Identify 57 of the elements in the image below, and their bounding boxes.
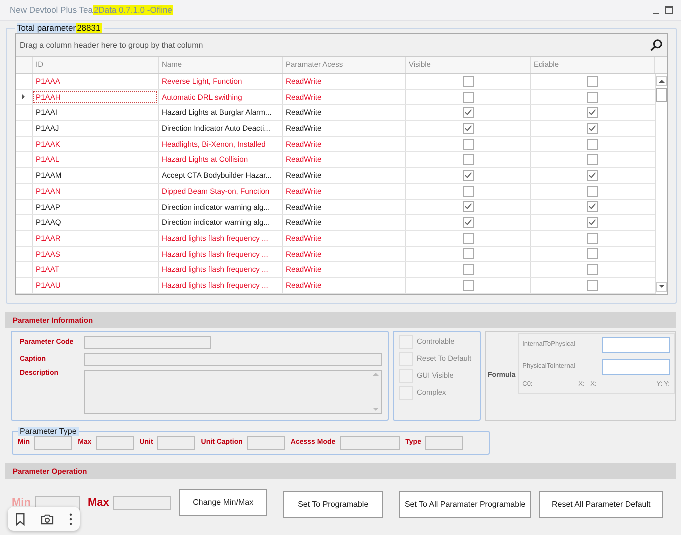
group-panel-hint: Drag a column header here to group by that column: [20, 40, 204, 50]
checkbox[interactable]: [587, 186, 598, 197]
maximize-button[interactable]: [665, 6, 673, 14]
checkbox[interactable]: [462, 232, 474, 244]
checkbox[interactable]: [462, 264, 474, 276]
row-indicator-icon: [22, 94, 25, 100]
input-field[interactable]: [96, 436, 134, 450]
camera-icon[interactable]: [40, 514, 54, 524]
checkbox[interactable]: [587, 201, 598, 212]
checkbox[interactable]: [587, 76, 598, 87]
checkbox[interactable]: [587, 92, 598, 103]
action-button[interactable]: Set To Programable: [283, 491, 384, 518]
input-field[interactable]: [340, 436, 400, 450]
checkbox[interactable]: [462, 170, 474, 181]
input-field[interactable]: [157, 436, 196, 450]
checkbox[interactable]: [462, 186, 474, 197]
checkbox[interactable]: [587, 170, 598, 181]
more-icon[interactable]: [68, 512, 73, 526]
action-button[interactable]: Reset All Parameter Default: [539, 491, 664, 518]
checkbox[interactable]: [587, 264, 598, 276]
checkbox[interactable]: [462, 248, 474, 260]
checkbox[interactable]: [587, 280, 598, 291]
input-field[interactable]: [113, 496, 172, 510]
checkbox[interactable]: [587, 154, 598, 166]
input-field[interactable]: [246, 436, 285, 450]
checkbox[interactable]: [587, 122, 598, 134]
search-icon[interactable]: [650, 38, 663, 52]
action-button[interactable]: Change Min/Max: [179, 489, 268, 516]
checkbox[interactable]: [462, 201, 474, 212]
input-field[interactable]: [425, 436, 464, 450]
vertical-scrollbar[interactable]: [655, 74, 667, 294]
checkbox[interactable]: [462, 107, 474, 118]
input-field[interactable]: [602, 336, 670, 353]
checkbox[interactable]: [587, 107, 598, 118]
checkbox[interactable]: [462, 280, 474, 291]
checkbox[interactable]: [587, 138, 598, 150]
checkbox[interactable]: [587, 248, 598, 260]
checkbox[interactable]: [462, 217, 474, 228]
bookmark-icon[interactable]: [15, 512, 26, 526]
checkbox[interactable]: [462, 138, 474, 150]
input-field[interactable]: [34, 436, 72, 450]
checkbox[interactable]: [462, 122, 474, 134]
group-title: Parameter Type: [18, 426, 79, 436]
field-label: Max: [88, 496, 110, 509]
checkbox[interactable]: [462, 92, 474, 103]
checkbox[interactable]: [462, 154, 474, 166]
checkbox[interactable]: [462, 76, 474, 87]
window-title: New Devtool Plus Tea2Data 0.7.1.0 -Ofline: [10, 5, 174, 15]
input-field[interactable]: [602, 358, 670, 375]
input-field[interactable]: [84, 352, 382, 366]
checkbox[interactable]: [587, 232, 598, 244]
input-field[interactable]: [84, 336, 211, 349]
field-label: Min: [12, 496, 31, 509]
group-title: Total parameter28831: [16, 23, 103, 33]
checkbox[interactable]: [587, 217, 598, 228]
text-area[interactable]: [84, 370, 382, 414]
action-button[interactable]: Set To All Paramater Programable: [399, 491, 532, 518]
